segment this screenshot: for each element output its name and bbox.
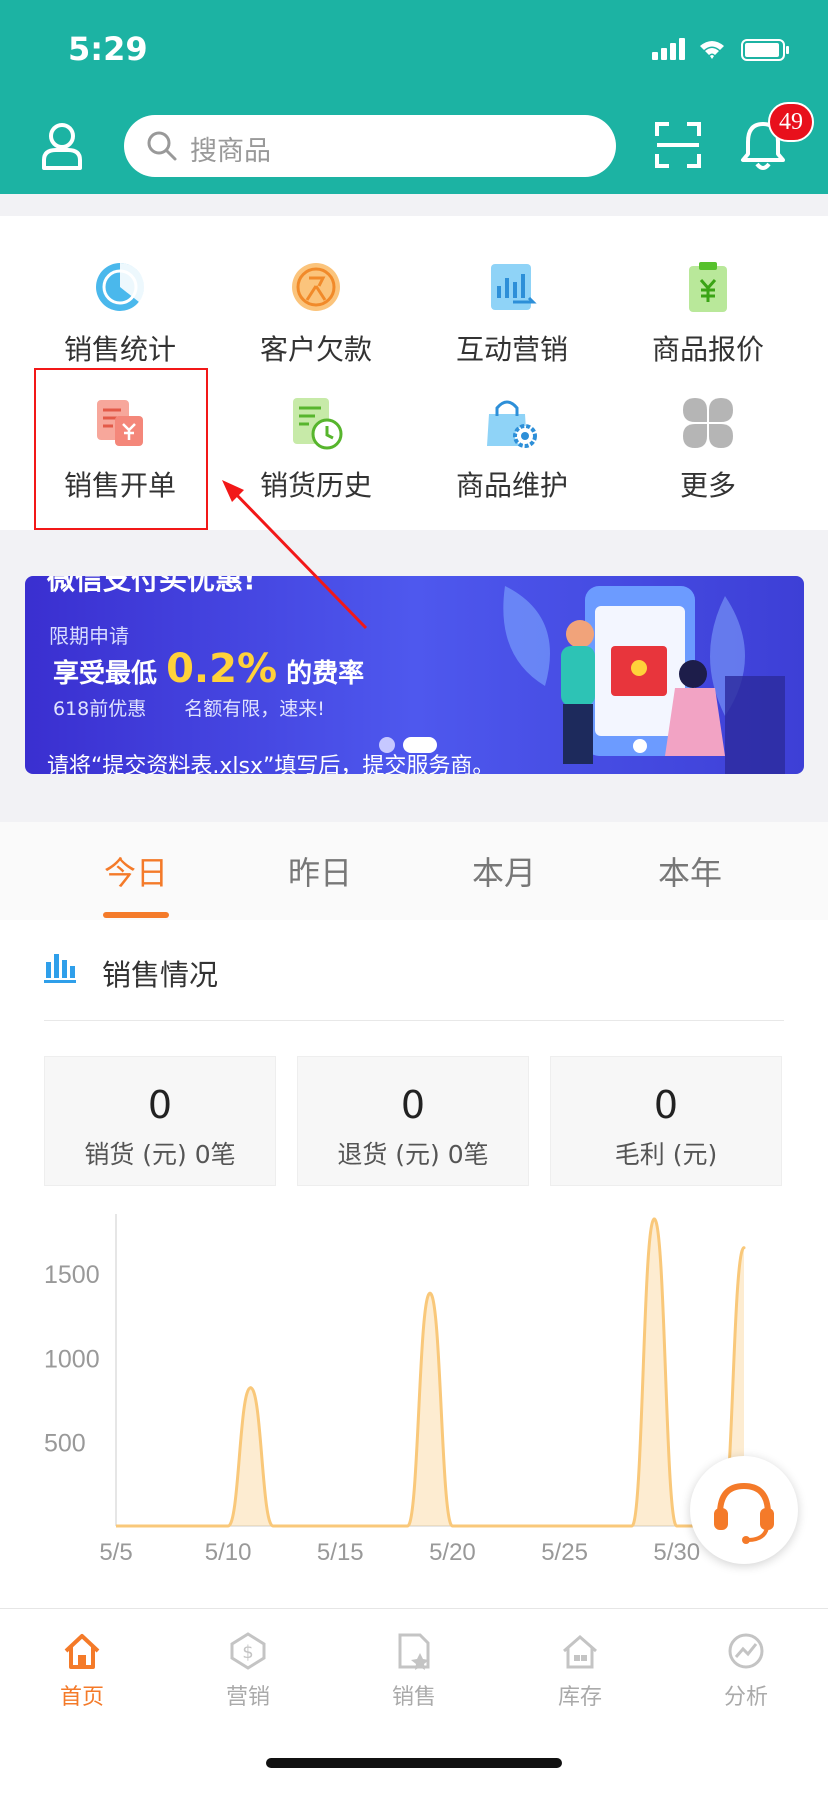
menu-item-label: 商品维护 (455, 469, 568, 502)
marketing-icon (491, 264, 537, 310)
stat-label: 销货 (元) 0笔 (84, 1140, 236, 1169)
notification-badge: 49 (768, 102, 814, 142)
banner-line2-prefix: 享受最低 (53, 659, 158, 689)
menu-item-label: 销货历史 (259, 469, 372, 502)
stat-label: 毛利 (元) (614, 1140, 718, 1169)
tabbar-inventory[interactable]: 库存 (520, 1631, 640, 1711)
tab-this-year[interactable]: 本年 (610, 848, 770, 894)
stat-value: 0 (400, 1083, 426, 1127)
status-bar: 5:29 (0, 0, 828, 100)
user-icon[interactable] (38, 122, 86, 172)
more-grid-icon (683, 398, 733, 448)
menu-item-label: 商品报价 (651, 333, 764, 366)
search-placeholder: 搜商品 (190, 136, 271, 167)
analysis-tab-icon (728, 1633, 764, 1669)
y-tick-label: 1000 (44, 1345, 100, 1373)
tab-this-month[interactable]: 本月 (424, 848, 584, 894)
chart-area (116, 1219, 744, 1526)
marketing-tab-icon: $ (230, 1632, 266, 1670)
tabbar-home[interactable]: 首页 (22, 1631, 142, 1711)
menu-item-label: 更多 (679, 469, 736, 502)
x-tick-label: 5/15 (317, 1539, 364, 1566)
tab-yesterday[interactable]: 昨日 (240, 848, 400, 894)
stat-value: 0 (147, 1083, 173, 1127)
chart-point (742, 1246, 746, 1250)
x-tick-label: 5/10 (205, 1539, 252, 1566)
carousel-dot-active[interactable] (403, 736, 437, 753)
search-icon (147, 131, 177, 161)
menu-item-label: 互动营销 (455, 333, 568, 366)
menu-item-label: 客户欠款 (259, 333, 372, 366)
y-tick-label: 1500 (44, 1261, 100, 1289)
tabbar-label: 营销 (225, 1685, 270, 1710)
search-input[interactable]: 搜商品 (124, 115, 616, 177)
banner-line2-suffix: 的费率 (286, 659, 365, 689)
banner-line3: 618前优惠 名额有限，速来! (53, 698, 325, 720)
status-icons (652, 38, 789, 61)
menu-item-product-quote[interactable]: 商品报价 (610, 258, 806, 368)
stat-value: 0 (653, 1083, 679, 1127)
tabbar-label: 首页 (59, 1685, 104, 1710)
tab-today[interactable]: 今日 (56, 848, 216, 894)
menu-item-more[interactable]: 更多 (610, 394, 806, 504)
section-title: 销售情况 (102, 958, 219, 992)
customer-service-button[interactable] (690, 1456, 798, 1564)
sales-tab-icon (398, 1633, 430, 1670)
home-indicator (266, 1758, 562, 1768)
bar-chart-icon (44, 954, 76, 983)
tabbar-label: 销售 (391, 1685, 436, 1710)
menu-item-customer-debt[interactable]: 客户欠款 (218, 258, 414, 368)
top-header: 搜商品 49 (0, 100, 828, 194)
tabbar-analysis[interactable]: 分析 (686, 1631, 806, 1711)
banner-rate: 0.2% (166, 646, 278, 692)
tab-underline (103, 912, 169, 918)
tabbar-sales[interactable]: 销售 (354, 1631, 474, 1711)
x-tick-label: 5/20 (429, 1539, 476, 1566)
price-clipboard-icon (689, 262, 727, 312)
chart-point (249, 1386, 253, 1390)
carousel-dots[interactable] (379, 734, 445, 753)
tabbar-marketing[interactable]: $ 营销 (188, 1631, 308, 1711)
banner-line1: 限期申请 (49, 624, 129, 648)
menu-item-label: 销售统计 (63, 333, 176, 366)
banner-line2: 享受最低 0.2% 的费率 (53, 646, 364, 692)
bag-gear-icon (487, 400, 537, 448)
stat-sales: 0 销货 (元) 0笔 (44, 1056, 276, 1186)
menu-item-sales-history[interactable]: 销货历史 (218, 394, 414, 504)
status-time: 5:29 (68, 30, 148, 68)
stat-returns: 0 退货 (元) 0笔 (297, 1056, 529, 1186)
tabbar-label: 分析 (723, 1685, 768, 1710)
menu-item-interactive-marketing[interactable]: 互动营销 (414, 258, 610, 368)
x-tick-label: 5/5 (99, 1539, 132, 1566)
promo-banner[interactable]: 微信支付买优惠! 限期申请 享受最低 0.2% 的费率 618前优惠 名额有限，… (25, 576, 804, 774)
chart-point (652, 1217, 656, 1221)
divider (44, 1020, 784, 1021)
stat-profit: 0 毛利 (元) (550, 1056, 782, 1186)
chart-point (428, 1291, 432, 1295)
x-tick-label: 5/25 (541, 1539, 588, 1566)
pie-chart-icon (96, 262, 145, 311)
tabbar-label: 库存 (557, 1685, 602, 1710)
period-tabs: 今日 昨日 本月 本年 (0, 822, 828, 920)
carousel-dot[interactable] (379, 736, 395, 753)
stat-label: 退货 (元) 0笔 (337, 1140, 489, 1169)
y-tick-label: 500 (44, 1430, 86, 1458)
inventory-tab-icon (563, 1635, 597, 1669)
headset-icon (714, 1482, 774, 1544)
home-icon (64, 1634, 100, 1669)
banner-top-text: 微信支付买优惠! (47, 576, 256, 596)
debt-icon (292, 263, 340, 311)
scan-icon[interactable] (655, 122, 701, 168)
menu-item-product-maintenance[interactable]: 商品维护 (414, 394, 610, 504)
history-icon (293, 398, 343, 450)
svg-text:$: $ (242, 1642, 253, 1663)
menu-item-sales-stats[interactable]: 销售统计 (22, 258, 218, 368)
highlight-box (34, 368, 208, 530)
